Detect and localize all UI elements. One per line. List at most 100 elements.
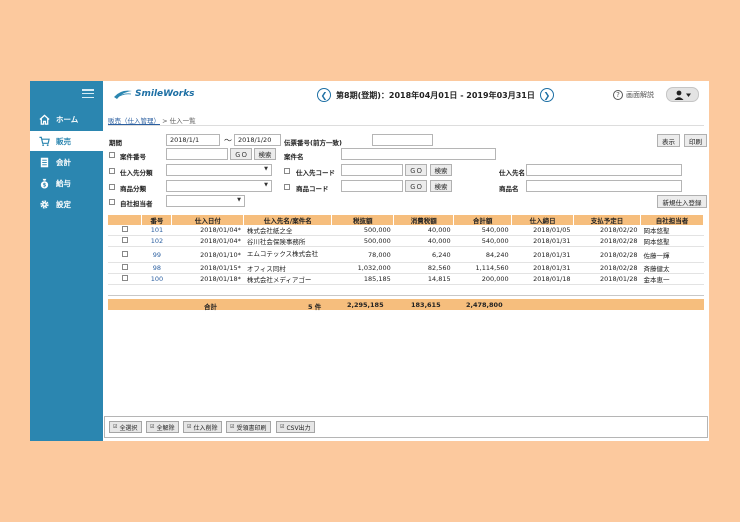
table-header[interactable]: 税抜額	[331, 215, 395, 225]
purchase-no-link[interactable]: 101	[141, 225, 172, 236]
row-checkbox[interactable]	[121, 250, 128, 257]
button-label: 全解除	[156, 424, 175, 432]
purchase-table: 番号 仕入日付 仕入先名/案件名 税抜額 消費税額 合計額 仕入締日 支払予定日…	[108, 215, 704, 285]
cart-icon	[38, 135, 50, 147]
supplier-name-field[interactable]	[526, 164, 682, 176]
cell-supplier: エムコテックス株式会社	[243, 246, 332, 263]
sidebar-item-sales[interactable]: 販売	[30, 131, 103, 151]
case-no-checkbox[interactable]	[109, 152, 115, 158]
totals-tax: 183,615	[411, 300, 441, 309]
delete-purchase-button[interactable]: ☑ 仕入削除	[183, 421, 222, 433]
product-code-field[interactable]	[341, 180, 403, 192]
row-checkbox[interactable]	[121, 275, 128, 281]
doc-no-field[interactable]	[372, 134, 433, 146]
cell-staff: 佐藤一輝	[640, 246, 704, 263]
purchase-no-link[interactable]: 99	[141, 246, 172, 263]
supplier-cat-select[interactable]: ▼	[166, 164, 272, 176]
search-button[interactable]: 検索	[430, 180, 452, 192]
checkbox-icon: ☑	[150, 424, 155, 430]
money-bag-icon: $	[38, 177, 50, 189]
next-period-button[interactable]: ❯	[539, 88, 554, 102]
table-row[interactable]: 98 2018/01/15* オフィス同村 1,032,000 82,560 1…	[108, 262, 704, 274]
sidebar-item-settings[interactable]: 設定	[30, 194, 103, 214]
table-header[interactable]: 仕入先名/案件名	[243, 215, 333, 225]
sidebar-item-label: 給与	[56, 178, 71, 188]
prev-period-button[interactable]: ❮	[317, 88, 331, 102]
table-row[interactable]: 100 2018/01/18* 株式会社メディアゴー 185,185 14,81…	[108, 273, 704, 285]
table-header[interactable]: 番号	[141, 215, 173, 225]
staff-label: 自社担当者	[120, 200, 153, 208]
chevron-down-icon: ▼	[264, 182, 268, 188]
print-button[interactable]: 印刷	[684, 134, 707, 147]
sidebar-item-home[interactable]: ホーム	[30, 109, 103, 129]
fiscal-period: ❮ 第8期(登期)：2018年04月01日 - 2019年03月31日 ❯	[317, 88, 554, 102]
purchase-no-link[interactable]: 100	[141, 273, 172, 285]
table-row[interactable]: 99 2018/01/10* エムコテックス株式会社 78,000 6,240 …	[108, 246, 704, 263]
csv-export-button[interactable]: ☑ CSV出力	[276, 421, 315, 433]
staff-select[interactable]: ▼	[166, 195, 245, 207]
sidebar-item-label: 会計	[56, 157, 71, 167]
sidebar-item-payroll[interactable]: $ 給与	[30, 173, 103, 193]
cell-date: 2018/01/10*	[171, 246, 244, 263]
table-header[interactable]: 支払予定日	[573, 215, 641, 225]
select-all-button[interactable]: ☑ 全選択	[109, 421, 142, 433]
cell-pay-date: 2018/02/28	[573, 235, 641, 247]
table-header[interactable]: 仕入締日	[511, 215, 575, 225]
row-checkbox[interactable]	[121, 264, 128, 270]
table-row[interactable]: 102 2018/01/04* 谷川社会保険事務所 500,000 40,000…	[108, 235, 704, 247]
purchase-no-link[interactable]: 98	[141, 262, 172, 274]
go-button[interactable]: ＧＯ	[405, 164, 427, 176]
cell-net: 1,032,000	[331, 262, 394, 274]
deselect-all-button[interactable]: ☑ 全解除	[146, 421, 179, 433]
product-cat-select[interactable]: ▼	[166, 180, 272, 192]
hamburger-menu-icon[interactable]	[82, 89, 94, 98]
help-link[interactable]: ? 画面解説	[613, 90, 654, 100]
supplier-cat-label: 仕入先分類	[120, 169, 153, 177]
cell-tax: 82,560	[393, 262, 454, 274]
row-checkbox[interactable]	[121, 226, 128, 232]
checkbox-icon: ☑	[187, 424, 192, 430]
cell-pay-date: 2018/02/20	[573, 225, 641, 236]
user-menu-button[interactable]	[666, 87, 699, 102]
sidebar-item-accounting[interactable]: 会計	[30, 152, 103, 172]
checkbox-icon: ☑	[230, 424, 235, 430]
table-header[interactable]: 消費税額	[393, 215, 455, 225]
cell-total: 1,114,560	[453, 262, 512, 274]
table-header[interactable]: 合計額	[453, 215, 513, 225]
go-button[interactable]: ＧＯ	[230, 148, 252, 160]
staff-checkbox[interactable]	[109, 199, 115, 205]
show-button[interactable]: 表示	[657, 134, 680, 147]
supplier-code-field[interactable]	[341, 164, 403, 176]
supplier-cat-checkbox[interactable]	[109, 168, 115, 174]
table-row[interactable]: 101 2018/01/04* 株式会社紙之全 500,000 40,000 5…	[108, 225, 704, 236]
product-cat-checkbox[interactable]	[109, 184, 115, 190]
product-name-field[interactable]	[526, 180, 682, 192]
breadcrumb-link-sales[interactable]: 販売（仕入管理）	[108, 117, 160, 125]
search-button[interactable]: 検索	[430, 164, 452, 176]
breadcrumb-current: > 仕入一覧	[162, 117, 196, 125]
product-cat-label: 商品分類	[120, 185, 146, 193]
date-from-field[interactable]: 2018/1/1	[166, 134, 220, 146]
button-label: CSV出力	[286, 424, 311, 432]
new-purchase-button[interactable]: 新規仕入登録	[657, 195, 707, 208]
case-name-field[interactable]	[341, 148, 496, 160]
cell-pay-date: 2018/02/28	[573, 246, 641, 263]
cell-tax: 40,000	[393, 225, 454, 236]
date-to-field[interactable]: 2018/1/20	[234, 134, 281, 146]
case-name-label: 案件名	[284, 153, 304, 161]
table-header[interactable]: 自社担当者	[640, 215, 704, 225]
print-receipt-button[interactable]: ☑ 受領書印刷	[226, 421, 271, 433]
cell-total: 84,240	[453, 246, 512, 263]
search-button[interactable]: 検索	[254, 148, 276, 160]
cell-staff: 金本恵一	[640, 273, 704, 285]
case-no-label: 案件番号	[120, 153, 146, 161]
case-no-field[interactable]	[166, 148, 228, 160]
product-code-checkbox[interactable]	[284, 184, 290, 190]
go-button[interactable]: ＧＯ	[405, 180, 427, 192]
totals-net: 2,295,185	[347, 300, 384, 309]
supplier-code-checkbox[interactable]	[284, 168, 290, 174]
purchase-no-link[interactable]: 102	[141, 235, 172, 247]
cell-net: 185,185	[331, 273, 394, 285]
row-checkbox[interactable]	[121, 237, 128, 243]
table-header[interactable]: 仕入日付	[171, 215, 245, 225]
